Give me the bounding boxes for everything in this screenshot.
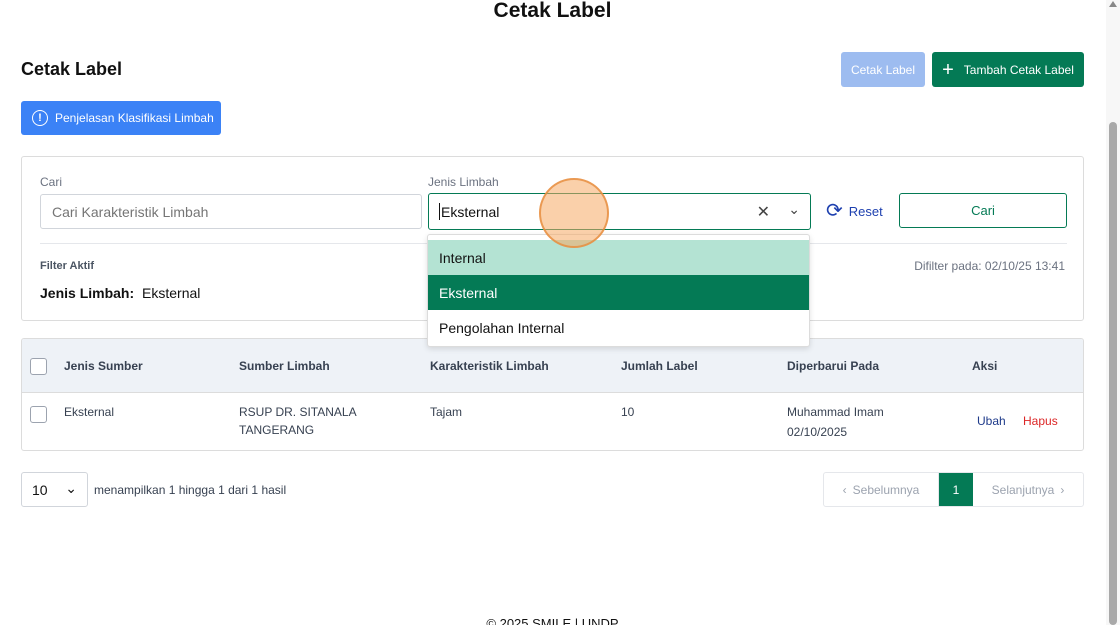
- chevron-down-icon[interactable]: ⌄: [788, 201, 800, 218]
- jenis-limbah-value: Eksternal: [441, 203, 500, 220]
- footer-copyright: © 2025 SMILE | UNDP: [486, 616, 619, 625]
- active-filter-key: Jenis Limbah:: [40, 285, 135, 301]
- exclamation-circle-icon: !: [32, 110, 48, 126]
- cari-label: Cari: [40, 175, 63, 189]
- col-sumber-limbah: Sumber Limbah: [239, 359, 330, 373]
- penjelasan-label: Penjelasan Klasifikasi Limbah: [55, 111, 214, 125]
- active-filter-value: Eksternal: [142, 285, 201, 301]
- next-label: Selanjutnya: [991, 482, 1055, 497]
- window-title: Cetak Label: [493, 0, 612, 22]
- tambah-cetak-label-label: Tambah Cetak Label: [963, 62, 1074, 77]
- reset-label: Reset: [848, 203, 883, 219]
- cari-button[interactable]: Cari: [899, 193, 1067, 228]
- cetak-label-button[interactable]: Cetak Label: [841, 52, 925, 87]
- search-input[interactable]: [40, 194, 422, 229]
- chevron-left-icon: ‹: [842, 482, 847, 497]
- text-caret: [439, 203, 440, 220]
- jenis-limbah-dropdown: Internal Eksternal Pengolahan Internal: [427, 234, 810, 347]
- option-internal[interactable]: Internal: [428, 240, 809, 275]
- cell-updated-date: 02/10/2025: [787, 425, 848, 439]
- active-filter: Jenis Limbah: Eksternal: [40, 285, 200, 301]
- penjelasan-klasifikasi-button[interactable]: ! Penjelasan Klasifikasi Limbah: [21, 101, 221, 135]
- col-aksi: Aksi: [972, 359, 998, 373]
- cell-jumlah: 10: [621, 405, 635, 419]
- scroll-up-icon[interactable]: [1109, 1, 1117, 7]
- per-page-value: 10: [32, 481, 48, 498]
- col-jenis-sumber: Jenis Sumber: [64, 359, 143, 373]
- cell-updated-by: Muhammad Imam: [787, 405, 884, 419]
- chevron-down-icon: ⌄: [65, 480, 77, 496]
- col-diperbarui: Diperbarui Pada: [787, 359, 880, 373]
- jenis-limbah-select[interactable]: Eksternal ✕ ⌄: [428, 193, 811, 230]
- select-all-checkbox[interactable]: [30, 358, 47, 375]
- prev-page-button[interactable]: ‹ Sebelumnya: [824, 473, 939, 506]
- refresh-icon: ⟳: [826, 200, 843, 222]
- vertical-scrollbar[interactable]: [1106, 0, 1120, 625]
- page-1-button[interactable]: 1: [939, 473, 973, 506]
- page-title: Cetak Label: [21, 59, 123, 79]
- reset-button[interactable]: ⟳ Reset: [826, 201, 883, 221]
- cell-jenis-sumber: Eksternal: [64, 405, 115, 419]
- clear-icon[interactable]: ✕: [757, 202, 770, 222]
- col-jumlah-label: Jumlah Label: [621, 359, 698, 373]
- next-page-button[interactable]: Selanjutnya ›: [973, 473, 1083, 506]
- chevron-right-icon: ›: [1060, 482, 1065, 497]
- plus-icon: +: [942, 58, 954, 81]
- per-page-select[interactable]: 10 ⌄: [21, 472, 88, 507]
- option-pengolahan-internal[interactable]: Pengolahan Internal: [428, 310, 809, 345]
- filter-aktif-title: Filter Aktif: [40, 260, 94, 272]
- scroll-thumb[interactable]: [1109, 122, 1117, 625]
- results-summary: menampilkan 1 hingga 1 dari 1 hasil: [94, 483, 287, 497]
- table-header: Jenis Sumber Sumber Limbah Karakteristik…: [22, 339, 1083, 393]
- col-karakteristik: Karakteristik Limbah: [430, 359, 549, 373]
- cetak-label-table: Jenis Sumber Sumber Limbah Karakteristik…: [21, 338, 1084, 451]
- hapus-link[interactable]: Hapus: [1023, 414, 1058, 428]
- pagination: ‹ Sebelumnya 1 Selanjutnya ›: [823, 472, 1084, 507]
- cell-sumber-limbah-line1: RSUP DR. SITANALA: [239, 405, 357, 419]
- cell-karakteristik: Tajam: [430, 405, 463, 419]
- filtered-at-timestamp: Difilter pada: 02/10/25 13:41: [914, 259, 1065, 273]
- jenis-limbah-label: Jenis Limbah: [428, 175, 499, 189]
- option-eksternal[interactable]: Eksternal: [428, 275, 809, 310]
- tambah-cetak-label-button[interactable]: + Tambah Cetak Label: [932, 52, 1084, 87]
- ubah-link[interactable]: Ubah: [977, 414, 1006, 428]
- cell-sumber-limbah-line2: TANGERANG: [239, 423, 315, 437]
- row-checkbox[interactable]: [30, 406, 47, 423]
- prev-label: Sebelumnya: [852, 482, 920, 497]
- click-indicator: [539, 178, 609, 248]
